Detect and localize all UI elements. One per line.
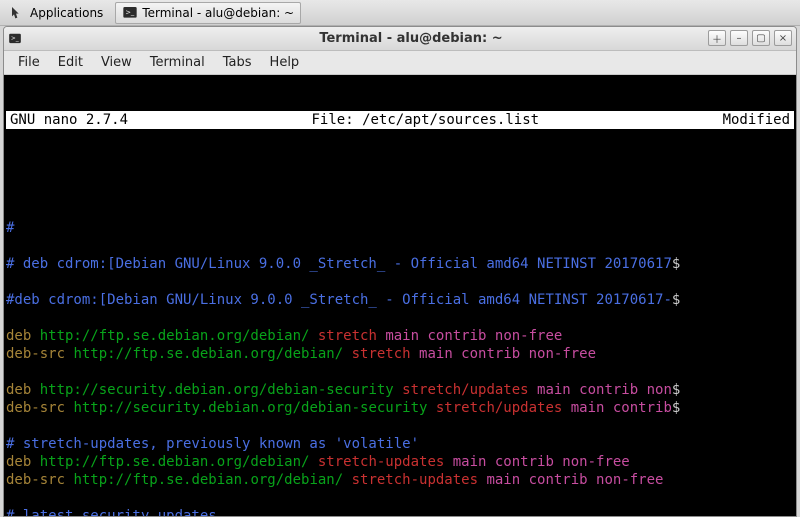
menu-file[interactable]: File — [10, 53, 48, 72]
text-segment: # stretch-updates, previously known as '… — [6, 436, 419, 452]
text-segment: #deb cdrom:[Debian GNU/Linux 9.0.0 _Stre… — [6, 292, 672, 308]
text-segment: http://ftp.se.debian.org/debian/ — [73, 346, 351, 362]
terminal-output[interactable]: GNU nano 2.7.4 File: /etc/apt/sources.li… — [4, 75, 796, 516]
desktop-panel: Applications >_ Terminal - alu@debian: ~ — [0, 0, 800, 26]
text-segment: stretch — [352, 346, 419, 362]
text-segment: deb-src — [6, 400, 73, 416]
terminal-icon: >_ — [122, 5, 138, 21]
text-segment: $ — [672, 256, 680, 272]
extra-button[interactable]: ＋ — [708, 30, 726, 46]
text-segment: main contrib non-free — [486, 472, 663, 488]
nano-status-bar: GNU nano 2.7.4 File: /etc/apt/sources.li… — [6, 111, 794, 129]
window-buttons: ＋ – ▢ × — [708, 30, 792, 46]
editor-line: deb http://security.debian.org/debian-se… — [6, 381, 794, 399]
svg-text:>_: >_ — [11, 36, 19, 42]
minimize-button[interactable]: – — [730, 30, 748, 46]
editor-body: # # deb cdrom:[Debian GNU/Linux 9.0.0 _St… — [6, 219, 794, 516]
text-segment: stretch/updates — [402, 382, 537, 398]
editor-line — [6, 273, 794, 291]
applications-menu[interactable]: Applications — [4, 3, 109, 23]
editor-line: # stretch-updates, previously known as '… — [6, 435, 794, 453]
terminal-window: >_ Terminal - alu@debian: ~ ＋ – ▢ × File… — [3, 26, 797, 517]
svg-text:>_: >_ — [126, 8, 136, 16]
text-segment: stretch-updates — [318, 454, 453, 470]
text-segment: http://ftp.se.debian.org/debian/ — [73, 472, 351, 488]
text-segment: stretch — [318, 328, 385, 344]
text-segment: $ — [672, 292, 680, 308]
editor-line: # deb cdrom:[Debian GNU/Linux 9.0.0 _Str… — [6, 255, 794, 273]
editor-line — [6, 309, 794, 327]
text-segment: main contrib non-free — [419, 346, 596, 362]
menu-tabs[interactable]: Tabs — [215, 53, 260, 72]
text-segment: deb-src — [6, 472, 73, 488]
menubar: File Edit View Terminal Tabs Help — [4, 51, 796, 75]
editor-line: deb-src http://ftp.se.debian.org/debian/… — [6, 471, 794, 489]
text-segment: http://security.debian.org/debian-securi… — [40, 382, 402, 398]
editor-line: deb http://ftp.se.debian.org/debian/ str… — [6, 453, 794, 471]
titlebar[interactable]: >_ Terminal - alu@debian: ~ ＋ – ▢ × — [4, 27, 796, 51]
close-button[interactable]: × — [774, 30, 792, 46]
text-segment: $ — [672, 382, 680, 398]
text-segment: deb — [6, 454, 40, 470]
taskbar-item-label: Terminal - alu@debian: ~ — [142, 6, 294, 20]
menu-view[interactable]: View — [93, 53, 140, 72]
menu-edit[interactable]: Edit — [50, 53, 91, 72]
text-segment: deb — [6, 382, 40, 398]
text-segment: main contrib non-free — [385, 328, 562, 344]
text-segment: main contrib non — [537, 382, 672, 398]
editor-line: deb-src http://ftp.se.debian.org/debian/… — [6, 345, 794, 363]
terminal-icon: >_ — [4, 32, 26, 46]
text-segment: main contrib non-free — [453, 454, 630, 470]
text-segment: http://security.debian.org/debian-securi… — [73, 400, 435, 416]
menu-terminal[interactable]: Terminal — [142, 53, 213, 72]
editor-line: # — [6, 219, 794, 237]
editor-line: deb http://ftp.se.debian.org/debian/ str… — [6, 327, 794, 345]
nano-program-label: GNU nano 2.7.4 — [6, 111, 132, 129]
editor-line: # latest security updates — [6, 507, 794, 516]
mouse-icon — [10, 5, 26, 21]
applications-label: Applications — [30, 6, 103, 20]
text-segment: stretch/updates — [436, 400, 571, 416]
editor-line: #deb cdrom:[Debian GNU/Linux 9.0.0 _Stre… — [6, 291, 794, 309]
menu-help[interactable]: Help — [262, 53, 308, 72]
taskbar-item-terminal[interactable]: >_ Terminal - alu@debian: ~ — [115, 2, 301, 24]
text-segment: # — [6, 220, 14, 236]
nano-file-label: File: /etc/apt/sources.list — [132, 111, 719, 129]
editor-line — [6, 363, 794, 381]
text-segment: deb — [6, 328, 40, 344]
text-segment: http://ftp.se.debian.org/debian/ — [40, 328, 318, 344]
text-segment: stretch-updates — [352, 472, 487, 488]
text-segment: http://ftp.se.debian.org/debian/ — [40, 454, 318, 470]
text-segment: main contrib — [571, 400, 672, 416]
text-segment: deb-src — [6, 346, 73, 362]
window-title: Terminal - alu@debian: ~ — [26, 31, 796, 46]
editor-line — [6, 489, 794, 507]
editor-line: deb-src http://security.debian.org/debia… — [6, 399, 794, 417]
nano-modified-label: Modified — [719, 111, 794, 129]
editor-line — [6, 417, 794, 435]
text-segment: # latest security updates — [6, 508, 217, 516]
maximize-button[interactable]: ▢ — [752, 30, 770, 46]
text-segment: # deb cdrom:[Debian GNU/Linux 9.0.0 _Str… — [6, 256, 672, 272]
editor-line — [6, 237, 794, 255]
text-segment: $ — [672, 400, 680, 416]
